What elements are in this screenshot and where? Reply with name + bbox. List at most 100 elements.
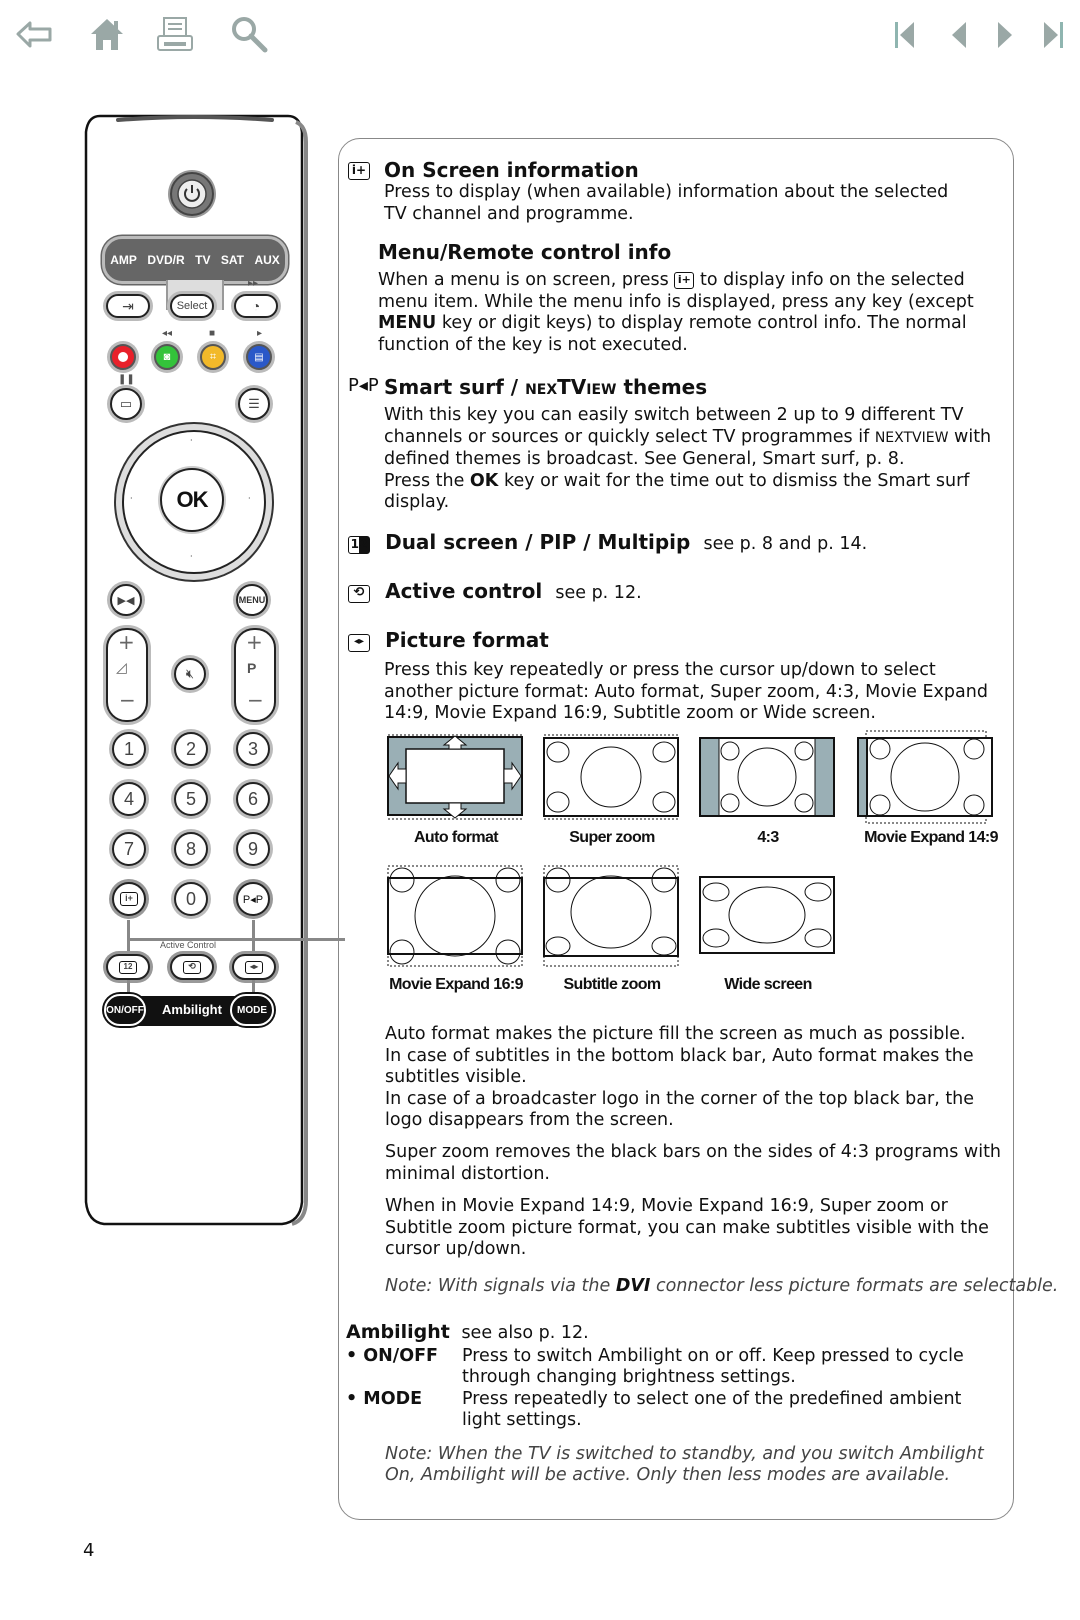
volume-up[interactable]: + — [118, 630, 135, 654]
guide-button[interactable]: ▭ — [110, 388, 142, 420]
previous-page-icon[interactable] — [944, 14, 974, 56]
select-button[interactable]: Select — [170, 294, 214, 318]
ambilight-label: Ambilight — [162, 1002, 222, 1017]
first-page-icon[interactable] — [890, 14, 920, 56]
mute-icon: 🔇︎ — [185, 666, 195, 681]
auto-format-text: In case of a broadcaster logo in the cor… — [385, 1088, 975, 1131]
input-icon: ⇥ — [122, 297, 134, 314]
format-diagram-movie-expand-16-9 — [387, 865, 523, 967]
digit-9[interactable]: 9 — [236, 832, 270, 866]
active-control-ref: see p. 12. — [555, 583, 642, 603]
program-down[interactable]: − — [247, 688, 264, 712]
ok-button[interactable]: OK — [160, 468, 224, 532]
picture-format-icon: ◂▸ — [348, 633, 370, 652]
teletext-button[interactable]: ☰ — [238, 388, 270, 420]
format-caption: 4:3 — [757, 829, 779, 846]
auto-format-text: Auto format makes the picture fill the s… — [385, 1024, 966, 1044]
ambilight-title: Ambilight — [346, 1321, 450, 1343]
red-key[interactable] — [110, 344, 136, 370]
menu-info-text: When a menu is on screen, press — [378, 270, 669, 290]
dual-screen-title: Dual screen / PIP / Multipip — [385, 530, 691, 554]
menu-button[interactable]: MENU — [236, 584, 268, 616]
pause-label: ❚❚ — [118, 374, 135, 385]
record-icon — [118, 352, 128, 362]
cursor-up[interactable]: · — [190, 436, 193, 445]
menu-key-label: MENU — [378, 313, 437, 333]
source-amp[interactable]: AMP — [110, 253, 137, 267]
blue-key[interactable]: ▤ — [246, 344, 272, 370]
source-dvdr[interactable]: DVD/R — [147, 253, 184, 267]
digit-3[interactable]: 3 — [236, 732, 270, 766]
rewind-label: ◂◂ — [162, 328, 173, 339]
info-button[interactable]: i+ — [112, 882, 146, 916]
freeze-button[interactable]: ▶◀ — [110, 584, 142, 616]
smart-surf-button[interactable]: P◂P — [236, 882, 270, 916]
menu-info-text: key or digit keys) to display remote con… — [378, 313, 967, 355]
ambilight-desc: Press to switch Ambilight on or off. Kee… — [462, 1345, 964, 1388]
cursor-left[interactable]: · — [130, 494, 133, 503]
menu-info-body: When a menu is on screen, press i+ to di… — [378, 270, 1004, 356]
digit-8[interactable]: 8 — [174, 832, 208, 866]
home-icon[interactable] — [86, 14, 128, 56]
title-part: Smart surf / — [384, 375, 526, 399]
green-key[interactable]: ◙ — [154, 344, 180, 370]
digit-4[interactable]: 4 — [112, 782, 146, 816]
format-caption: Auto format — [413, 829, 499, 846]
dual-screen-icon: 12 — [348, 535, 370, 554]
smart-surf-icon: P◂P — [348, 375, 379, 396]
power-button[interactable] — [170, 172, 214, 216]
title-part: nex — [525, 375, 558, 399]
active-control-button[interactable]: ⟲ — [170, 954, 214, 980]
ambilight-mode-button[interactable]: MODE — [230, 994, 274, 1026]
print-icon[interactable] — [154, 14, 196, 56]
demo-button[interactable]: ◔ — [234, 294, 278, 318]
dual-screen-icon: 12 — [119, 960, 137, 974]
cursor-down[interactable]: · — [190, 552, 193, 561]
source-aux[interactable]: AUX — [254, 253, 279, 267]
digit-1[interactable]: 1 — [112, 732, 146, 766]
smart-surf-body: With this key you can easily switch betw… — [384, 405, 1004, 514]
ambilight-onoff-button[interactable]: ON/OFF — [104, 994, 146, 1026]
program-up[interactable]: + — [246, 630, 263, 654]
back-arrow-icon[interactable] — [14, 14, 56, 56]
book-icon: ▭ — [119, 396, 133, 411]
digit-6[interactable]: 6 — [236, 782, 270, 816]
ambilight-ref: see also p. 12. — [461, 1323, 589, 1343]
menu-info-title: Menu/Remote control info — [378, 240, 672, 264]
volume-down[interactable]: − — [119, 688, 136, 712]
dual-screen-button[interactable]: 12 — [106, 954, 150, 980]
mute-button[interactable]: 🔇︎ — [174, 658, 206, 690]
ambilight-header: Ambilight see also p. 12. — [346, 1321, 1006, 1345]
last-page-icon[interactable] — [1038, 14, 1068, 56]
source-tv[interactable]: TV — [195, 253, 210, 267]
yellow-key[interactable]: ⌗ — [200, 344, 226, 370]
movie-expand-paragraph: When in Movie Expand 14:9, Movie Expand … — [385, 1196, 989, 1259]
next-page-icon[interactable] — [990, 14, 1020, 56]
title-part: TV — [557, 375, 587, 399]
cursor-right[interactable]: · — [248, 494, 251, 503]
digit-2[interactable]: 2 — [174, 732, 208, 766]
format-caption: Super zoom — [569, 829, 655, 846]
super-zoom-paragraph: Super zoom removes the black bars on the… — [385, 1142, 1002, 1184]
section-picture-format: ◂▸ Picture format Press this key repeate… — [348, 628, 1008, 725]
demo-icon: ◔ — [251, 298, 261, 314]
title-part: iew — [586, 375, 617, 399]
digit-7[interactable]: 7 — [112, 832, 146, 866]
input-source-button[interactable]: ⇥ — [106, 294, 150, 318]
picture-format-body: Press this key repeatedly or press the c… — [384, 660, 988, 723]
digit-0[interactable]: 0 — [174, 882, 208, 916]
format-diagram-super-zoom — [543, 734, 679, 820]
picture-format-button[interactable]: ◂▸ — [232, 954, 276, 980]
remote-control-illustration: AMP DVD/R TV SAT AUX ⇥ Select ▸▸ ◔ ◂◂ ■ … — [82, 112, 345, 1228]
source-selector-bar: AMP DVD/R TV SAT AUX — [102, 236, 288, 284]
volume-icon: ◿ — [116, 660, 127, 676]
title-part: themes — [616, 375, 708, 399]
search-icon[interactable] — [228, 14, 270, 56]
digit-5[interactable]: 5 — [174, 782, 208, 816]
menu-grid-icon: ▤ — [254, 351, 264, 363]
ambilight-desc: Press repeatedly to select one of the pr… — [462, 1388, 962, 1431]
smart-surf-title: Smart surf / nexTView themes — [384, 375, 707, 399]
source-sat[interactable]: SAT — [221, 253, 244, 267]
smart-surf-text: Press the — [384, 470, 465, 491]
stop-label: ■ — [209, 328, 216, 339]
